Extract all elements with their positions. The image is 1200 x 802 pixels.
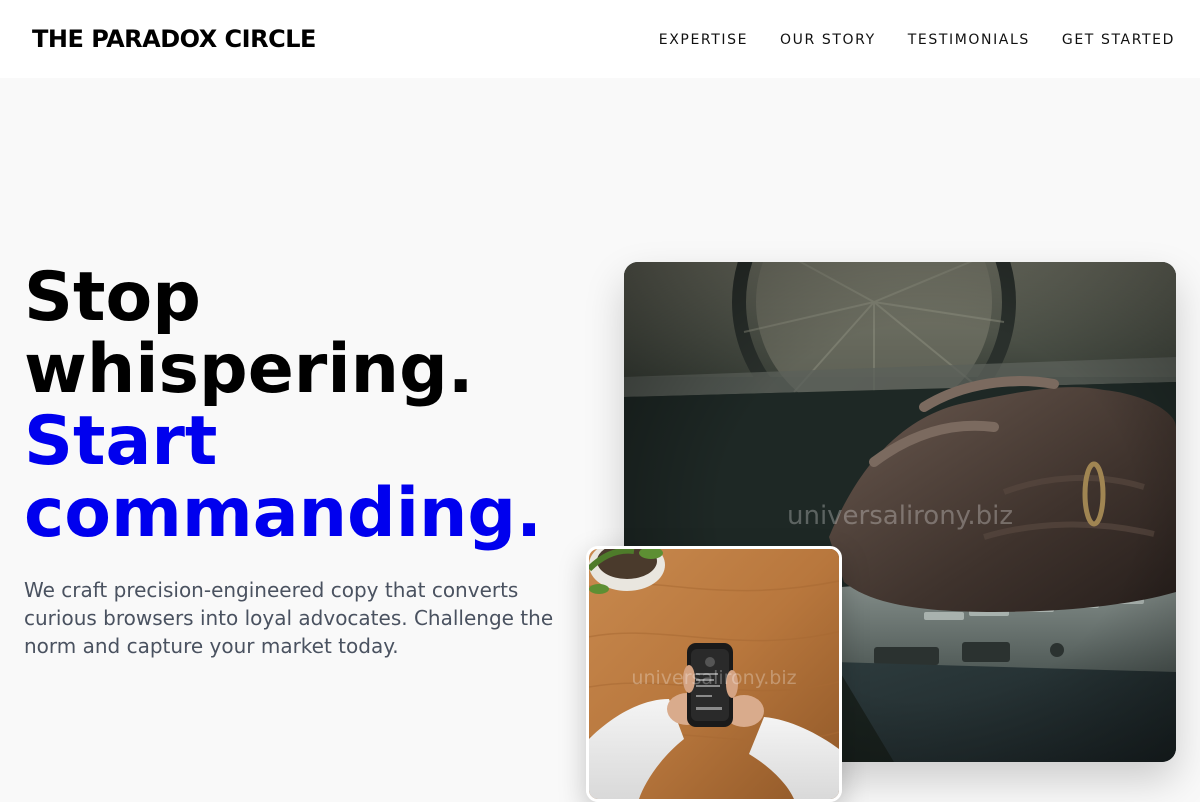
main-nav: EXPERTISE OUR STORY TESTIMONIALS GET STA… — [659, 31, 1175, 49]
site-logo[interactable]: THE PARADOX CIRCLE — [32, 24, 316, 54]
nav-link-testimonials[interactable]: TESTIMONIALS — [908, 31, 1030, 49]
image-watermark: universalirony.biz — [787, 501, 1013, 531]
hero-description: We craft precision-engineered copy that … — [24, 578, 554, 658]
hero-headline-line: Stop — [24, 258, 201, 337]
site-header: THE PARADOX CIRCLE EXPERTISE OUR STORY T… — [0, 0, 1200, 78]
hero-headline: Stop whispering. Start commanding. — [24, 262, 542, 550]
hero-image-phone-desk: universalirony.biz — [586, 546, 842, 802]
image-watermark: universalirony.biz — [631, 667, 796, 689]
nav-link-get-started[interactable]: GET STARTED — [1062, 31, 1175, 49]
nav-link-our-story[interactable]: OUR STORY — [780, 31, 876, 49]
nav-link-expertise[interactable]: EXPERTISE — [659, 31, 748, 49]
hero-headline-line: whispering. — [24, 330, 474, 409]
hero-headline-accent-line: commanding. — [24, 474, 542, 553]
hero-headline-accent-line: Start — [24, 402, 218, 481]
